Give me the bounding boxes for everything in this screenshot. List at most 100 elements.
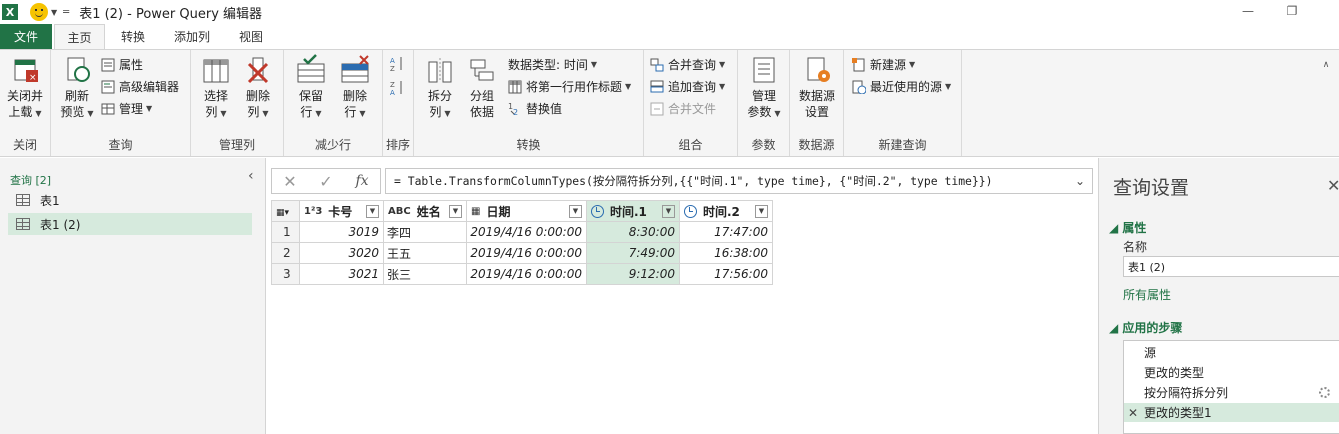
clock-type-icon[interactable] [684,204,697,218]
manage-table-icon [101,102,115,116]
text-type-icon[interactable]: ABC [388,206,411,217]
use-first-row-as-headers-button[interactable]: 将第一行用作标题 ▼ [508,78,631,95]
cell-date[interactable]: 2019/4/16 0:00:00 [466,242,587,264]
chevron-down-icon[interactable]: ▼ [51,8,57,17]
row-number[interactable]: 2 [271,242,300,264]
step-item[interactable]: 源 [1124,343,1339,362]
quick-access-menu-icon[interactable]: ═ [63,7,69,18]
query-item-table1-2[interactable]: 表1 (2) [8,213,252,235]
tab-view[interactable]: 视图 [226,24,276,49]
cell-time-2[interactable]: 17:56:00 [679,263,773,285]
cell-name[interactable]: 李四 [383,221,467,243]
filter-dropdown-icon[interactable]: ▼ [755,204,768,218]
filter-dropdown-icon[interactable]: ▼ [569,204,582,218]
filter-dropdown-icon[interactable]: ▼ [662,204,675,218]
query-item-table1[interactable]: 表1 [8,189,252,211]
tab-home[interactable]: 主页 [54,24,105,49]
delete-step-icon[interactable]: ✕ [1128,406,1138,420]
filter-dropdown-icon[interactable]: ▼ [366,204,379,218]
svg-text:A: A [390,89,395,96]
recent-sources-icon [852,80,867,94]
cancel-formula-icon[interactable]: ✕ [272,172,308,191]
cell-date[interactable]: 2019/4/16 0:00:00 [466,221,587,243]
group-transform: 拆分 列 ▼ 分组 依据 数据类型: 时间 ▼ 将第一行用作标题 ▼ 12 替换值 转… [414,50,644,156]
remove-columns-button[interactable]: 删除 列 ▼ [239,54,277,122]
group-label-manage-columns: 管理列 [218,138,255,152]
gear-icon[interactable] [1319,387,1330,398]
formula-input[interactable]: = Table.TransformColumnTypes(按分隔符拆分列,{{"… [385,168,1093,194]
restore-icon[interactable]: ❐ [1282,2,1302,20]
step-item[interactable]: 更改的类型 [1124,363,1339,382]
cell-card-no[interactable]: 3021 [299,263,384,285]
close-icon[interactable]: ✕ [1327,176,1339,195]
merge-queries-button[interactable]: 合并查询 ▼ [650,56,725,73]
split-column-button[interactable]: 拆分 列 ▼ [422,54,458,122]
commit-formula-icon[interactable]: ✓ [308,172,344,191]
manage-button[interactable]: 管理 ▼ [101,100,152,117]
applied-steps-section[interactable]: ◢ 应用的步骤 [1109,319,1182,336]
filter-dropdown-icon[interactable]: ▼ [449,204,462,218]
whole-number-type-icon[interactable]: 1²3 [304,206,322,217]
collapse-ribbon-icon[interactable]: ∧ [1316,56,1336,74]
new-source-button[interactable]: 新建源 ▼ [852,56,915,73]
cell-name[interactable]: 张三 [383,263,467,285]
column-header-date[interactable]: ▦ 日期 ▼ [466,200,587,222]
cell-time-2[interactable]: 17:47:00 [679,221,773,243]
tab-transform[interactable]: 转换 [108,24,158,49]
tab-file[interactable]: 文件 [0,24,52,49]
group-label-close: 关闭 [12,138,37,152]
cell-date[interactable]: 2019/4/16 0:00:00 [466,263,587,285]
combine-files-button[interactable]: 合并文件 [650,100,716,117]
query-name-input[interactable]: 表1 (2) [1123,256,1339,277]
group-manage-columns: 选择 列 ▼ 删除 列 ▼ 管理列 [191,50,284,156]
keep-rows-button[interactable]: 保留 行 ▼ [292,54,330,122]
replace-values-button[interactable]: 12 替换值 [508,100,562,117]
all-properties-link[interactable]: 所有属性 [1123,286,1171,303]
smiley-feedback-icon[interactable] [30,3,48,21]
row-number[interactable]: 1 [271,221,300,243]
manage-parameters-button[interactable]: 管理 参数 ▼ [744,54,784,122]
sort-ascending-button[interactable]: AZ [390,56,408,73]
grid-corner-menu[interactable]: ▦▾ [271,200,300,222]
cell-time-1[interactable]: 7:49:00 [586,242,680,264]
tab-add-column[interactable]: 添加列 [162,24,222,49]
remove-rows-button[interactable]: 删除 行 ▼ [336,54,374,122]
expand-formula-icon[interactable]: ⌄ [1075,174,1085,188]
choose-columns-button[interactable]: 选择 列 ▼ [197,54,235,122]
column-header-time-2[interactable]: 时间.2 ▼ [679,200,773,222]
sort-descending-button[interactable]: ZA [390,80,408,97]
properties-icon [101,58,115,72]
clock-type-icon[interactable] [591,204,604,218]
column-header-card-no[interactable]: 1²3 卡号 ▼ [299,200,384,222]
data-source-settings-button[interactable]: 数据源 设置 [794,54,840,120]
cell-time-1[interactable]: 8:30:00 [586,221,680,243]
refresh-preview-button[interactable]: 刷新 预览 ▼ [57,54,97,122]
step-item[interactable]: 按分隔符拆分列 [1124,383,1339,402]
close-and-load-button[interactable]: × 关闭并 上载 ▼ [4,54,46,122]
calendar-type-icon[interactable]: ▦ [471,206,480,217]
cell-card-no[interactable]: 3020 [299,242,384,264]
queries-header: 查询 [2] [10,174,52,187]
step-item-selected[interactable]: ✕ 更改的类型1 [1124,403,1339,422]
new-source-icon [852,57,866,72]
window-title: 表1 (2) - Power Query 编辑器 [79,6,263,22]
column-header-time-1[interactable]: 时间.1 ▼ [586,200,680,222]
column-header-name[interactable]: ABC 姓名 ▼ [383,200,467,222]
recent-sources-button[interactable]: 最近使用的源 ▼ [852,78,951,95]
cell-time-1[interactable]: 9:12:00 [586,263,680,285]
data-type-dropdown[interactable]: 数据类型: 时间 ▼ [508,56,597,73]
cell-name[interactable]: 王五 [383,242,467,264]
group-by-button[interactable]: 分组 依据 [464,54,500,120]
properties-button[interactable]: 属性 [101,56,143,73]
properties-section[interactable]: ◢ 属性 [1109,219,1146,236]
cell-time-2[interactable]: 16:38:00 [679,242,773,264]
append-queries-icon [650,80,664,94]
append-queries-button[interactable]: 追加查询 ▼ [650,78,725,95]
group-label-reduce-rows: 减少行 [314,138,351,152]
cell-card-no[interactable]: 3019 [299,221,384,243]
fx-icon[interactable]: fx [344,173,380,189]
minimize-icon[interactable]: — [1238,2,1258,20]
collapse-pane-icon[interactable]: ‹ [248,168,254,184]
row-number[interactable]: 3 [271,263,300,285]
advanced-editor-button[interactable]: 高级编辑器 [101,78,179,95]
